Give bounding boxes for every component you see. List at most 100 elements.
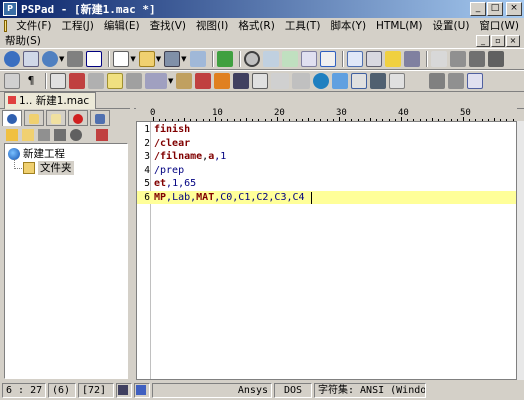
charset[interactable]: 字符集: ANSI (Windo (314, 383, 426, 398)
print-icon[interactable] (365, 51, 382, 67)
menu-format[interactable]: 格式(R) (233, 18, 280, 34)
menu-edit[interactable]: 编辑(E) (99, 18, 145, 34)
chevron-down-icon[interactable]: ▼ (181, 55, 186, 63)
pspad-app-icon[interactable]: P (3, 2, 17, 16)
tab-clips[interactable] (90, 110, 110, 126)
block-icon[interactable] (429, 73, 446, 89)
code-line[interactable]: 6 MP,Lab,MAT,C0,C1,C2,C3,C4 (137, 190, 516, 204)
project-settings-icon[interactable] (96, 129, 108, 141)
document-icon[interactable] (4, 20, 8, 32)
chevron-down-icon[interactable]: ▼ (168, 77, 173, 85)
add-folder-icon[interactable] (6, 129, 18, 141)
menu-help[interactable]: 帮助(S) (5, 33, 46, 49)
wrap-icon[interactable] (134, 383, 150, 398)
ftp-icon[interactable] (67, 51, 84, 67)
code-line[interactable]: 2/clear (137, 137, 516, 151)
menu-project[interactable]: 工程(J) (57, 18, 99, 34)
image-icon[interactable] (370, 73, 387, 89)
pilcrow-icon[interactable]: ¶ (23, 73, 39, 89)
globe-icon[interactable] (313, 73, 330, 89)
window-icon[interactable] (467, 73, 484, 89)
tree-node-project[interactable]: 新建工程 (8, 147, 65, 161)
block2-icon[interactable] (448, 73, 465, 89)
code-line[interactable]: 5 et,1,65 (137, 177, 516, 191)
delete-icon[interactable] (487, 51, 504, 67)
doc-close-button[interactable]: × (506, 35, 520, 47)
search-icon[interactable] (243, 51, 260, 67)
code-line[interactable]: 4/prep (137, 164, 516, 178)
vertical-scrollbar[interactable] (517, 121, 524, 380)
tag2-icon[interactable] (292, 73, 311, 89)
preview-icon[interactable] (346, 51, 363, 67)
close-button[interactable]: × (506, 2, 522, 16)
compile-icon[interactable] (145, 73, 167, 89)
panel-splitter[interactable] (130, 108, 134, 380)
menu-window[interactable]: 窗口(W) (474, 18, 524, 34)
code-line[interactable]: 3/filname,a,1 (137, 150, 516, 164)
menu-settings[interactable]: 设置(U) (428, 18, 475, 34)
validate-icon[interactable] (351, 73, 368, 89)
menu-html[interactable]: HTML(M) (371, 18, 427, 34)
spell-icon[interactable] (384, 51, 401, 67)
tools-icon[interactable] (69, 73, 85, 89)
glasses-icon[interactable] (408, 73, 427, 89)
menu-search[interactable]: 查找(V) (145, 18, 191, 34)
bracket-icon[interactable] (300, 51, 317, 67)
align-icon[interactable] (4, 73, 20, 89)
save-all-icon[interactable] (189, 51, 206, 67)
tab-favorites[interactable] (68, 110, 88, 126)
save-status-icon[interactable] (116, 383, 132, 398)
syntax-highlighter[interactable]: Ansys (152, 383, 272, 398)
code-line[interactable]: 1 finish (137, 123, 516, 137)
chevron-down-icon[interactable]: ▼ (156, 55, 161, 63)
chevron-down-icon[interactable]: ▼ (59, 55, 64, 63)
paste-icon[interactable] (468, 51, 485, 67)
new-file-icon[interactable] (113, 51, 130, 67)
html-icon[interactable] (252, 73, 269, 89)
table-icon[interactable] (233, 73, 250, 89)
doc-minimize-button[interactable]: _ (476, 35, 490, 47)
grid-icon[interactable] (50, 73, 66, 89)
form-icon[interactable] (389, 73, 406, 89)
tree-node-folder[interactable]: 文件夹 (23, 161, 74, 175)
log-icon[interactable] (86, 51, 103, 67)
bookmark-icon[interactable] (319, 51, 336, 67)
search-files-icon[interactable] (281, 51, 298, 67)
tab-new1-mac[interactable]: 1.. 新建1.mac (4, 92, 97, 109)
maximize-button[interactable]: □ (487, 2, 503, 16)
reload-icon[interactable] (216, 51, 233, 67)
minimize-button[interactable]: _ (470, 2, 486, 16)
remove-icon[interactable] (54, 129, 66, 141)
list-icon[interactable] (88, 73, 104, 89)
chevron-down-icon[interactable]: ▼ (130, 55, 135, 63)
copy-icon[interactable] (449, 51, 466, 67)
menu-file[interactable]: 文件(F) (11, 18, 56, 34)
arrow-icon[interactable] (403, 51, 420, 67)
doc-restore-button[interactable]: ▫ (491, 35, 505, 47)
tag-icon[interactable] (271, 73, 290, 89)
cut-icon[interactable] (430, 51, 447, 67)
project-icon[interactable] (4, 51, 20, 67)
hex-icon[interactable] (176, 73, 193, 89)
refresh-icon[interactable] (70, 129, 82, 141)
replace-icon[interactable] (262, 51, 279, 67)
lock-icon[interactable] (126, 73, 142, 89)
line-ending-format[interactable]: DOS (274, 383, 312, 398)
web-icon[interactable] (42, 51, 58, 67)
open-project-icon[interactable] (23, 51, 39, 67)
tab-ftp[interactable] (46, 110, 66, 126)
open-file-icon[interactable] (138, 51, 155, 67)
color-icon[interactable] (195, 73, 212, 89)
save-icon[interactable] (164, 51, 181, 67)
menu-scripts[interactable]: 脚本(Y) (325, 18, 371, 34)
add-file-icon[interactable] (38, 129, 50, 141)
menu-view[interactable]: 视图(I) (191, 18, 233, 34)
box-icon[interactable] (214, 73, 231, 89)
new-folder-icon[interactable] (22, 129, 34, 141)
code-editor[interactable]: 1 finish 2/clear 3/filname,a,1 4/prep 5 et,1,6… (136, 121, 517, 380)
notes-icon[interactable] (107, 73, 123, 89)
menu-tools[interactable]: 工具(T) (280, 18, 326, 34)
tab-projects[interactable] (2, 110, 22, 126)
check-icon[interactable] (332, 73, 349, 89)
tab-explorer[interactable] (24, 110, 44, 126)
